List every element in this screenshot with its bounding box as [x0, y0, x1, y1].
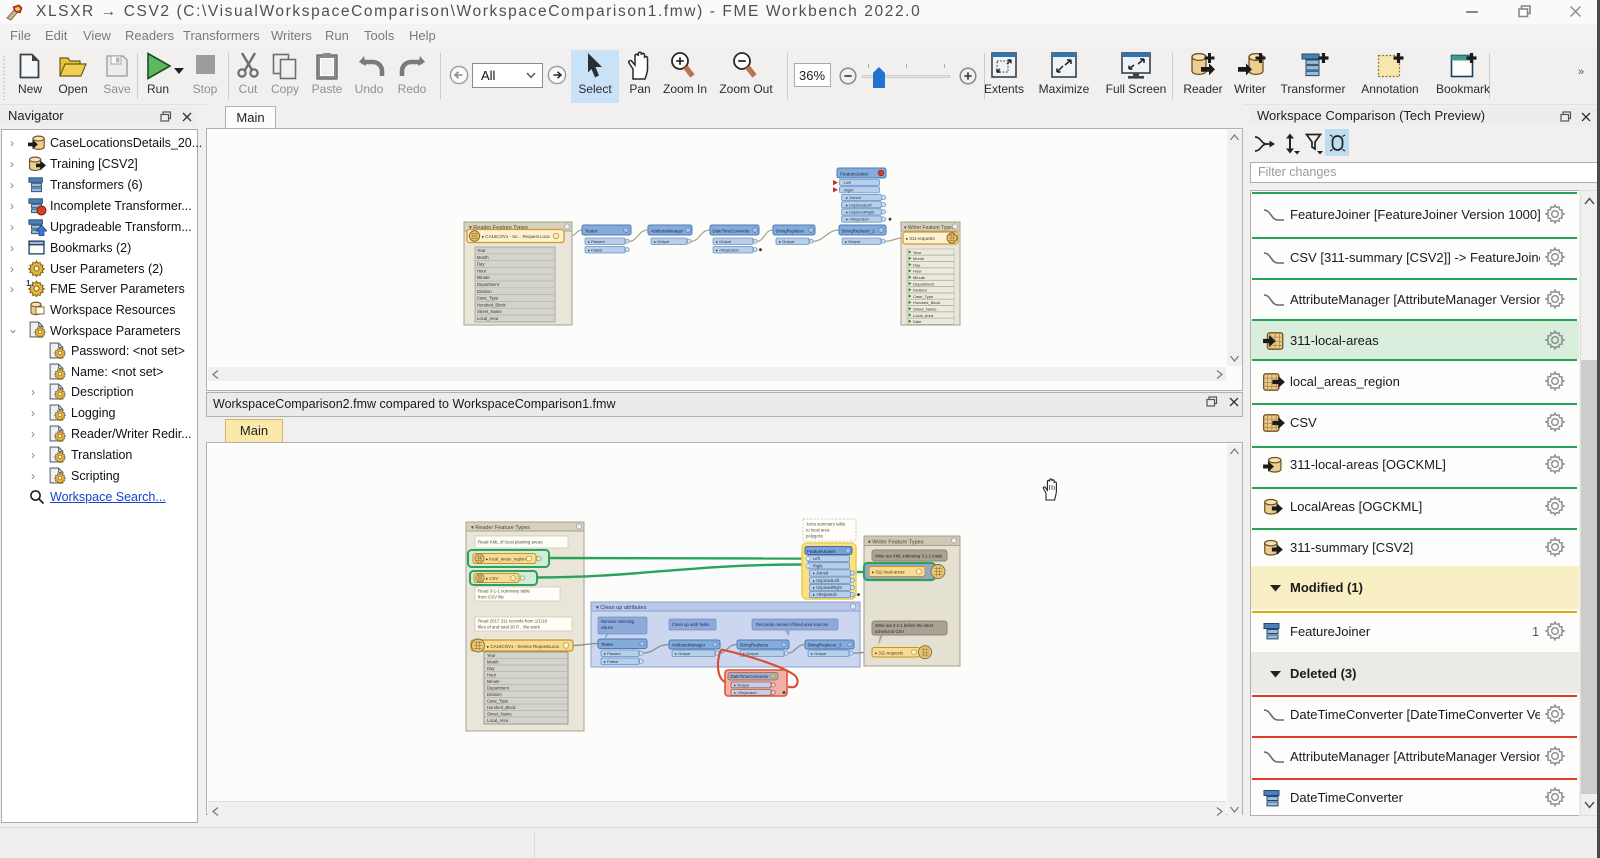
svg-text:▾ Writer Feature Types: ▾ Writer Feature Types: [868, 540, 924, 546]
svg-text:Department: Department: [487, 686, 510, 691]
svg-text:Hundred_Block: Hundred_Block: [487, 705, 517, 710]
svg-text:Street_Name: Street_Name: [477, 309, 502, 314]
svg-text:▸ UnjoinedRight: ▸ UnjoinedRight: [813, 585, 843, 590]
svg-text:Year: Year: [913, 250, 922, 255]
svg-text:▸ local_areas_region: ▸ local_areas_region: [486, 557, 526, 562]
svg-text:▸ Joined: ▸ Joined: [846, 195, 861, 200]
svg-text:Date: Date: [913, 319, 922, 324]
svg-text:Case_Type: Case_Type: [487, 699, 509, 704]
svg-text:Tester: Tester: [601, 642, 614, 647]
svg-text:▸ Output: ▸ Output: [734, 682, 750, 687]
svg-text:Hundred_Block: Hundred_Block: [477, 302, 507, 307]
svg-text:▸ Output: ▸ Output: [779, 239, 795, 244]
svg-text:Read KML of local planting are: Read KML of local planting areas: [478, 540, 543, 545]
svg-text:Hundred_Block: Hundred_Block: [913, 300, 940, 305]
svg-text:▸ Passed: ▸ Passed: [604, 651, 620, 656]
svg-text:Year: Year: [477, 248, 486, 253]
svg-text:▸ CSV: ▸ CSV: [486, 576, 498, 581]
svg-text:Case_Type: Case_Type: [913, 294, 934, 299]
svg-text:Department: Department: [913, 281, 935, 286]
svg-text:Local_Area: Local_Area: [477, 316, 499, 321]
svg-text:Reconcile names of fixed area: Reconcile names of fixed area sources: [756, 622, 828, 627]
svg-text:Hour: Hour: [913, 269, 922, 274]
svg-text:Month: Month: [913, 256, 924, 261]
svg-text:▸ <Rejected>: ▸ <Rejected>: [716, 248, 740, 253]
svg-text:to local area: to local area: [806, 528, 830, 533]
svg-text:Local_Area: Local_Area: [913, 313, 934, 318]
svg-text:Right: Right: [813, 563, 823, 568]
svg-text:▸ Output: ▸ Output: [716, 239, 732, 244]
svg-text:Read 3-1-1 summary table: Read 3-1-1 summary table: [478, 589, 531, 594]
svg-text:Division: Division: [487, 692, 502, 697]
svg-text:▸ 311-local-areas: ▸ 311-local-areas: [872, 570, 905, 575]
svg-text:Year: Year: [487, 653, 496, 658]
svg-text:schema to CSV: schema to CSV: [875, 629, 904, 634]
svg-text:▸ 311-requests: ▸ 311-requests: [906, 236, 936, 241]
svg-text:Tester: Tester: [585, 229, 598, 234]
svg-text:▸ Failed: ▸ Failed: [588, 248, 602, 253]
svg-text:Case_Type: Case_Type: [477, 296, 499, 301]
svg-text:files of and total 20 P... the: files of and total 20 P... the work: [478, 625, 541, 630]
svg-text:Left: Left: [844, 180, 852, 185]
svg-text:Minute: Minute: [477, 275, 490, 280]
svg-text:▸ 311-requests: ▸ 311-requests: [875, 651, 903, 656]
svg-text:▸ CA16COV1 - Se... Request Loc: ▸ CA16COV1 - Se... Request Loca: [482, 234, 550, 239]
svg-text:▸ CA16COV1 - Service RequestLo: ▸ CA16COV1 - Service RequestLoca: [487, 644, 560, 649]
svg-text:Read 2017 311 records from 1/1: Read 2017 311 records from 1/1/18: [478, 619, 548, 624]
svg-text:Street_Name: Street_Name: [487, 712, 512, 717]
svg-text:Clean up addr fields: Clean up addr fields: [672, 622, 709, 627]
svg-text:▸ UnjoinedLeft: ▸ UnjoinedLeft: [846, 202, 872, 207]
svg-text:Day: Day: [913, 262, 920, 267]
svg-text:Remove selecting: Remove selecting: [601, 619, 635, 624]
svg-text:FeatureJoiner: FeatureJoiner: [807, 549, 836, 554]
svg-text:▸ Output: ▸ Output: [845, 239, 861, 244]
svg-text:Hour: Hour: [477, 268, 487, 273]
svg-text:▸ UnjoinedLeft: ▸ UnjoinedLeft: [813, 578, 840, 583]
svg-text:Day: Day: [477, 262, 485, 267]
svg-text:Left: Left: [813, 556, 821, 561]
svg-text:StringReplacer: StringReplacer: [740, 643, 770, 648]
svg-text:▸ <Rejected>: ▸ <Rejected>: [734, 690, 758, 695]
svg-text:FeatureJoiner: FeatureJoiner: [840, 172, 869, 177]
svg-text:▸ UnjoinedRight: ▸ UnjoinedRight: [846, 210, 875, 215]
svg-text:StringReplacer_2: StringReplacer_2: [808, 643, 842, 648]
svg-text:Hour: Hour: [487, 673, 497, 678]
svg-text:polygons: polygons: [806, 534, 823, 539]
svg-text:▸ Output: ▸ Output: [654, 239, 670, 244]
svg-text:▾ Writer Feature Types: ▾ Writer Feature Types: [904, 225, 955, 231]
svg-text:▸ Failed: ▸ Failed: [604, 659, 618, 664]
svg-text:▾ Clean up attributes: ▾ Clean up attributes: [596, 605, 647, 611]
svg-text:Month: Month: [477, 255, 489, 260]
svg-text:Division: Division: [477, 289, 492, 294]
svg-text:Street_Name: Street_Name: [913, 307, 937, 312]
svg-text:DateTimeConverter: DateTimeConverter: [731, 674, 770, 679]
svg-text:from CSV file: from CSV file: [478, 595, 504, 600]
svg-text:▸ Output: ▸ Output: [675, 651, 691, 656]
svg-text:StringReplacer: StringReplacer: [776, 229, 805, 234]
svg-text:AttributeManager: AttributeManager: [651, 229, 685, 234]
svg-text:AttributeManager: AttributeManager: [672, 643, 706, 648]
svg-text:Minute: Minute: [487, 679, 500, 684]
svg-text:▸ Passed: ▸ Passed: [588, 239, 604, 244]
svg-text:Department: Department: [477, 282, 500, 287]
svg-text:Local_Area: Local_Area: [487, 718, 509, 723]
svg-text:Joins summary table: Joins summary table: [806, 522, 846, 527]
svg-text:Division: Division: [913, 288, 927, 293]
svg-text:StringReplacer_2: StringReplacer_2: [842, 229, 876, 234]
svg-text:Month: Month: [487, 660, 499, 665]
svg-text:Minute: Minute: [913, 275, 926, 280]
svg-text:Right: Right: [844, 187, 854, 192]
svg-text:▸ <Rejected>: ▸ <Rejected>: [846, 217, 870, 222]
svg-text:DateTimeConverter: DateTimeConverter: [713, 229, 751, 234]
svg-text:▸ Output: ▸ Output: [811, 651, 827, 656]
svg-text:▾ Reader Feature Types: ▾ Reader Feature Types: [471, 525, 530, 531]
svg-text:Write out KML indicating 3-1-1: Write out KML indicating 3-1-1 totals: [875, 554, 942, 559]
svg-text:values: values: [601, 625, 613, 630]
svg-text:▸ <Rejected>: ▸ <Rejected>: [813, 592, 838, 597]
svg-text:Write out 3-1-1 before the sho: Write out 3-1-1 before the short: [875, 623, 934, 628]
svg-text:▸ Joined: ▸ Joined: [813, 571, 829, 576]
svg-text:Day: Day: [487, 666, 495, 671]
